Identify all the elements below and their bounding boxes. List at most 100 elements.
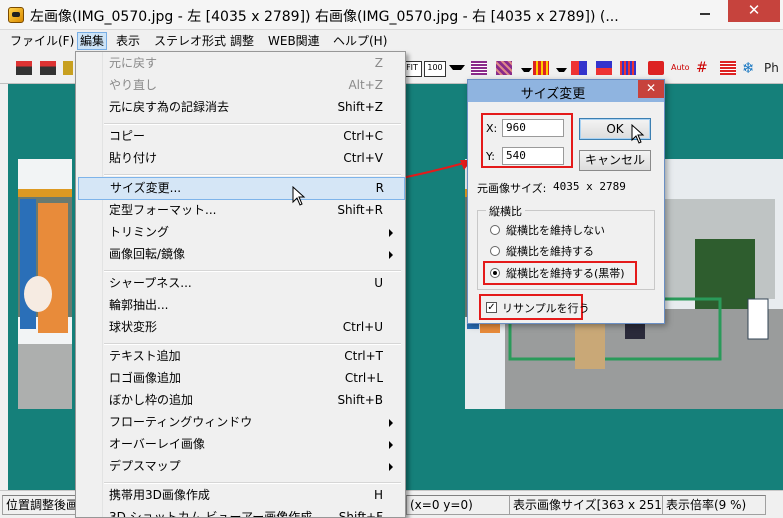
menu-paste-label: 貼り付け	[109, 151, 158, 165]
menu-3d-shotcam-label: 3D ショットカム ビューアー画像作成	[109, 510, 313, 518]
edit-menu: 元に戻す Z やり直し Alt+Z 元に戻す為の記録消去 Shift+Z コピー Ctr…	[75, 51, 406, 518]
submenu-arrow-icon	[389, 419, 393, 427]
column-interlace-icon[interactable]	[620, 61, 636, 75]
status-display-size: 表示画像サイズ[363 x 251]	[509, 495, 667, 515]
original-size-label: 元画像サイズ:	[477, 182, 547, 195]
menu-undo[interactable]: 元に戻す Z	[78, 53, 403, 74]
mosaic-icon[interactable]	[533, 61, 549, 75]
close-icon[interactable]: ✕	[638, 80, 664, 98]
title-bar: 左画像(IMG_0570.jpg - 左 [4035 x 2789]) 右画像(…	[0, 0, 783, 30]
menu-spherize[interactable]: 球状変形 Ctrl+U	[78, 317, 403, 338]
menu-undo-shortcut: Z	[374, 56, 383, 70]
menu-bar: ファイル(F) 編集 表示 ステレオ形式 調整 WEB関連 ヘルプ(H)	[0, 31, 783, 51]
side-by-side-icon[interactable]	[571, 61, 587, 75]
dialog-title-bar[interactable]: サイズ変更 ✕	[468, 80, 664, 102]
menu-blur-frame-label: ぼかし枠の追加	[109, 393, 194, 407]
ph-icon[interactable]: Ph	[764, 61, 780, 75]
menu-paste-shortcut: Ctrl+V	[343, 151, 383, 165]
zoom-100-icon[interactable]: 100	[424, 61, 446, 77]
chevron-down-icon[interactable]	[556, 68, 567, 72]
menu-help[interactable]: ヘルプ(H)	[331, 33, 389, 49]
window-title: 左画像(IMG_0570.jpg - 左 [4035 x 2789]) 右画像(…	[30, 9, 619, 25]
minimize-icon[interactable]	[688, 0, 722, 22]
stripes-icon[interactable]	[720, 61, 736, 75]
submenu-arrow-icon	[389, 463, 393, 471]
open-right-icon[interactable]	[40, 61, 56, 75]
menu-web[interactable]: WEB関連	[266, 33, 322, 49]
menu-edit[interactable]: 編集	[77, 32, 108, 50]
interlace-icon[interactable]	[471, 61, 487, 75]
aspect-radio-keep[interactable]	[490, 246, 500, 256]
menu-stereo-format[interactable]: ステレオ形式	[152, 33, 228, 49]
over-under-icon[interactable]	[596, 61, 612, 75]
menu-depth-map[interactable]: デプスマップ	[78, 456, 403, 477]
menu-trimming[interactable]: トリミング	[78, 222, 403, 243]
snowflake-icon[interactable]: ❄	[742, 61, 758, 76]
aspect-radio-letterbox[interactable]	[490, 268, 500, 278]
menu-edge-label: 輪郭抽出...	[109, 298, 169, 312]
menu-sharpness-label: シャープネス...	[109, 276, 192, 290]
menu-preset-format[interactable]: 定型フォーマット... Shift+R	[78, 200, 403, 221]
menu-copy-label: コピー	[109, 129, 146, 143]
menu-3d-shotcam[interactable]: 3D ショットカム ビューアー画像作成 Shift+F	[78, 507, 403, 518]
menu-blur-frame-shortcut: Shift+B	[337, 393, 383, 407]
menu-paste[interactable]: 貼り付け Ctrl+V	[78, 148, 403, 169]
status-position: 位置調整後画	[2, 495, 82, 515]
app-icon[interactable]	[8, 7, 24, 23]
submenu-arrow-icon	[389, 441, 393, 449]
menu-sharpness[interactable]: シャープネス... U	[78, 273, 403, 294]
menu-edge-extract[interactable]: 輪郭抽出...	[78, 295, 403, 316]
dialog-title: サイズ変更	[520, 87, 586, 102]
status-offset: (x=0 y=0)	[406, 495, 514, 515]
menu-clear-undo-shortcut: Shift+Z	[337, 100, 383, 114]
menu-copy[interactable]: コピー Ctrl+C	[78, 126, 403, 147]
menu-view[interactable]: 表示	[114, 33, 142, 49]
checker-icon[interactable]	[496, 61, 512, 75]
aspect-option-keep-label: 縦横比を維持する	[506, 245, 594, 258]
menu-add-blur-frame[interactable]: ぼかし枠の追加 Shift+B	[78, 390, 403, 411]
resample-label: リサンプルを行う	[502, 302, 590, 315]
menu-separator	[104, 270, 401, 272]
menu-separator	[104, 174, 401, 176]
chevron-down-icon[interactable]	[521, 68, 532, 72]
menu-add-logo[interactable]: ロゴ画像追加 Ctrl+L	[78, 368, 403, 389]
menu-redo[interactable]: やり直し Alt+Z	[78, 75, 403, 96]
x-label: X:	[486, 122, 498, 135]
status-zoom-ratio: 表示倍率(9 %)	[662, 495, 766, 515]
menu-resize[interactable]: サイズ変更... R	[78, 177, 405, 200]
menu-rotate-label: 画像回転/鏡像	[109, 247, 186, 261]
menu-clear-undo-history[interactable]: 元に戻す為の記録消去 Shift+Z	[78, 97, 403, 118]
menu-spherize-shortcut: Ctrl+U	[342, 320, 383, 334]
menu-add-logo-shortcut: Ctrl+L	[344, 371, 383, 385]
menu-floating-window-label: フローティングウィンドウ	[109, 415, 253, 429]
crosshair-icon[interactable]: #	[696, 61, 712, 75]
menu-preset-format-label: 定型フォーマット...	[109, 203, 217, 217]
menu-trimming-label: トリミング	[109, 225, 170, 239]
cancel-button[interactable]: キャンセル	[579, 150, 651, 171]
left-image-preview	[18, 159, 72, 409]
height-input[interactable]: 540	[502, 147, 564, 165]
menu-adjust[interactable]: 調整	[228, 33, 256, 49]
close-icon[interactable]: ✕	[728, 0, 780, 22]
menu-file[interactable]: ファイル(F)	[8, 33, 76, 49]
width-input[interactable]: 960	[502, 119, 564, 137]
menu-floating-window[interactable]: フローティングウィンドウ	[78, 412, 403, 433]
menu-rotate-mirror[interactable]: 画像回転/鏡像	[78, 244, 403, 265]
menu-mobile-3d[interactable]: 携帯用3D画像作成 H	[78, 485, 403, 506]
menu-redo-shortcut: Alt+Z	[348, 78, 383, 92]
auto-align-icon[interactable]: Auto	[671, 61, 691, 75]
aspect-ratio-group-label: 縦横比	[486, 203, 525, 219]
menu-overlay-image[interactable]: オーバーレイ画像	[78, 434, 403, 455]
aspect-radio-free[interactable]	[490, 225, 500, 235]
menu-clear-undo-label: 元に戻す為の記録消去	[109, 100, 230, 114]
menu-separator	[104, 123, 401, 125]
menu-add-text[interactable]: テキスト追加 Ctrl+T	[78, 346, 403, 367]
chevron-down-icon[interactable]	[449, 65, 465, 70]
folder-icon[interactable]	[63, 61, 73, 75]
open-left-icon[interactable]	[16, 61, 32, 75]
resample-checkbox[interactable]: ✓	[486, 302, 497, 313]
menu-redo-label: やり直し	[109, 78, 158, 92]
menu-undo-label: 元に戻す	[109, 56, 158, 70]
menu-add-text-shortcut: Ctrl+T	[344, 349, 383, 363]
anaglyph-icon[interactable]	[648, 61, 664, 75]
